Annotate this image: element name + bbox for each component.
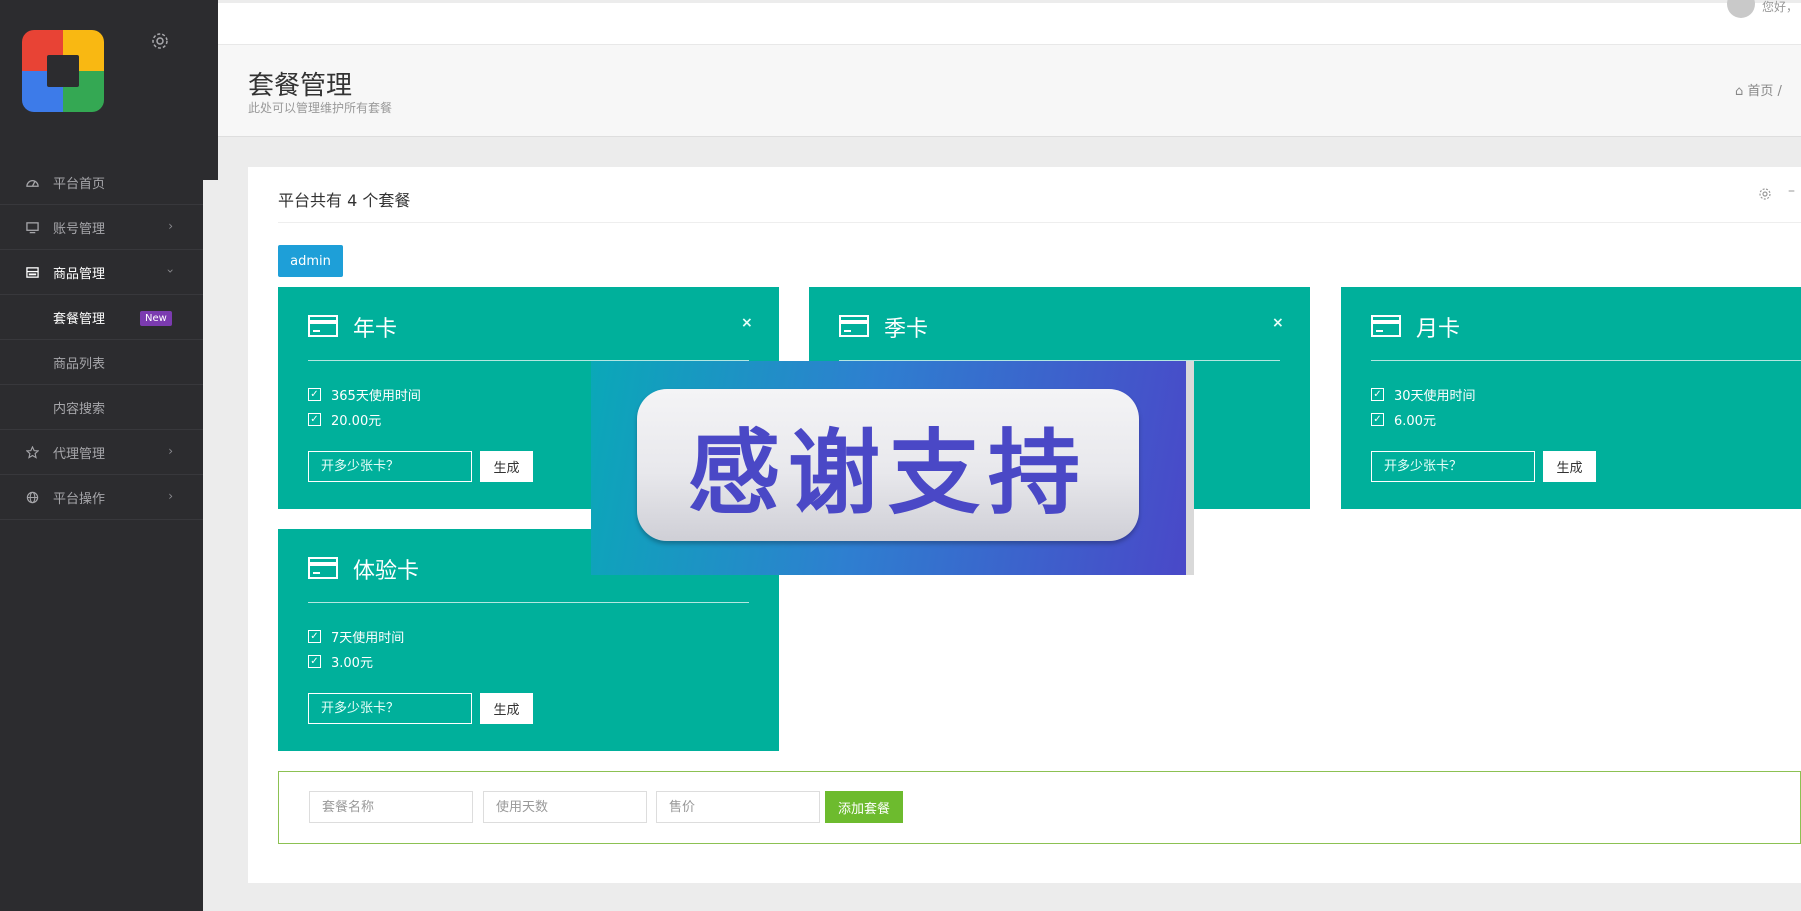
package-feature: ✓ 3.00元 — [308, 652, 373, 671]
app-logo[interactable] — [22, 30, 104, 112]
overlay-edge — [1186, 361, 1194, 575]
usage-days-input[interactable] — [483, 791, 647, 823]
sidebar-item-accounts[interactable]: 账号管理 › — [0, 205, 203, 250]
sidebar-subitem-content-search[interactable]: 内容搜索 — [0, 385, 203, 430]
sidebar-item-agents[interactable]: 代理管理 › — [0, 430, 203, 475]
feature-text: 20.00元 — [331, 414, 382, 429]
checkbox-checked-icon: ✓ — [308, 655, 321, 668]
admin-filter-button[interactable]: admin — [278, 245, 343, 277]
sidebar-item-label: 代理管理 — [53, 446, 106, 462]
checkbox-checked-icon: ✓ — [308, 413, 321, 426]
generate-button[interactable]: 生成 — [480, 451, 533, 482]
card-quantity-input[interactable] — [308, 693, 472, 724]
page-header: 套餐管理 此处可以管理维护所有套餐 ⌂ 首页 / — [218, 45, 1801, 137]
sidebar-item-label: 平台操作 — [53, 491, 106, 507]
thanks-plate: 感谢支持 — [637, 389, 1139, 541]
chevron-right-icon: › — [168, 489, 173, 503]
credit-card-icon — [839, 315, 869, 337]
chevron-down-icon: › — [163, 268, 178, 274]
sidebar-subitem-packages[interactable]: 套餐管理 New — [0, 295, 203, 340]
card-quantity-input[interactable] — [308, 451, 472, 482]
panel-collapse-icon[interactable]: – — [1788, 183, 1795, 199]
sidebar-item-operations[interactable]: 平台操作 › — [0, 475, 203, 520]
checkbox-checked-icon: ✓ — [1371, 388, 1384, 401]
checkbox-checked-icon: ✓ — [1371, 413, 1384, 426]
divider — [278, 222, 1801, 223]
chevron-right-icon: › — [168, 219, 173, 233]
page-subtitle: 此处可以管理维护所有套餐 — [248, 101, 393, 115]
feature-text: 30天使用时间 — [1394, 389, 1476, 404]
thanks-overlay-image: 感谢支持 — [591, 361, 1194, 575]
globe-icon — [25, 490, 39, 504]
sidebar-item-home[interactable]: 平台首页 — [0, 160, 203, 205]
feature-text: 6.00元 — [1394, 414, 1436, 429]
divider — [308, 602, 749, 603]
package-feature: ✓ 365天使用时间 — [308, 385, 421, 404]
checkbox-checked-icon: ✓ — [308, 388, 321, 401]
sidebar-subitem-label: 商品列表 — [53, 356, 106, 372]
panel-settings-icon[interactable] — [1758, 187, 1772, 201]
credit-card-icon — [1371, 315, 1401, 337]
sidebar-item-products[interactable]: 商品管理 › — [0, 250, 203, 295]
sidebar-subitem-label: 套餐管理 — [53, 311, 106, 327]
sidebar-header — [0, 0, 218, 180]
price-input[interactable] — [656, 791, 820, 823]
feature-text: 365天使用时间 — [331, 389, 421, 404]
credit-card-icon — [308, 315, 338, 337]
sidebar-item-label: 商品管理 — [53, 266, 106, 282]
package-title: 季卡 — [884, 317, 929, 342]
breadcrumb[interactable]: ⌂ 首页 / — [1735, 80, 1782, 99]
star-icon — [25, 445, 39, 459]
add-package-button[interactable]: 添加套餐 — [825, 791, 903, 823]
package-feature: ✓ 7天使用时间 — [308, 627, 404, 646]
dashboard-icon — [25, 175, 39, 189]
sidebar-item-label: 平台首页 — [53, 176, 106, 192]
card-quantity-input[interactable] — [1371, 451, 1535, 482]
inbox-icon — [25, 265, 39, 279]
package-feature: ✓ 20.00元 — [308, 410, 381, 429]
package-title: 年卡 — [353, 317, 398, 342]
generate-button[interactable]: 生成 — [480, 693, 533, 724]
divider — [1371, 360, 1801, 361]
sidebar-subitem-product-list[interactable]: 商品列表 — [0, 340, 203, 385]
sidebar-item-label: 账号管理 — [53, 221, 106, 237]
breadcrumb-home[interactable]: 首页 / — [1747, 84, 1782, 99]
generate-button[interactable]: 生成 — [1543, 451, 1596, 482]
close-icon[interactable]: × — [1272, 315, 1284, 331]
package-feature: ✓ 6.00元 — [1371, 410, 1436, 429]
thanks-text: 感谢支持 — [687, 418, 1088, 527]
home-icon: ⌂ — [1735, 84, 1744, 99]
page-title: 套餐管理 — [248, 71, 353, 101]
sidebar-subitem-label: 内容搜索 — [53, 401, 106, 417]
package-feature: ✓ 30天使用时间 — [1371, 385, 1476, 404]
user-greeting[interactable]: 您好， — [1762, 0, 1798, 15]
top-bar — [218, 3, 1801, 45]
package-title: 月卡 — [1416, 317, 1461, 342]
credit-card-icon — [308, 557, 338, 579]
new-badge: New — [140, 311, 172, 326]
monitor-icon — [25, 220, 39, 234]
package-name-input[interactable] — [309, 791, 473, 823]
settings-gear-icon[interactable] — [150, 31, 170, 51]
package-card-monthly: 月卡 ✓ 30天使用时间 ✓ 6.00元 生成 — [1341, 287, 1801, 509]
chevron-right-icon: › — [168, 444, 173, 458]
close-icon[interactable]: × — [741, 315, 753, 331]
add-package-form: 添加套餐 — [278, 771, 1801, 844]
feature-text: 7天使用时间 — [331, 631, 405, 646]
panel-heading: 平台共有 4 个套餐 — [278, 191, 411, 210]
checkbox-checked-icon: ✓ — [308, 630, 321, 643]
package-title: 体验卡 — [353, 559, 420, 584]
feature-text: 3.00元 — [331, 656, 373, 671]
